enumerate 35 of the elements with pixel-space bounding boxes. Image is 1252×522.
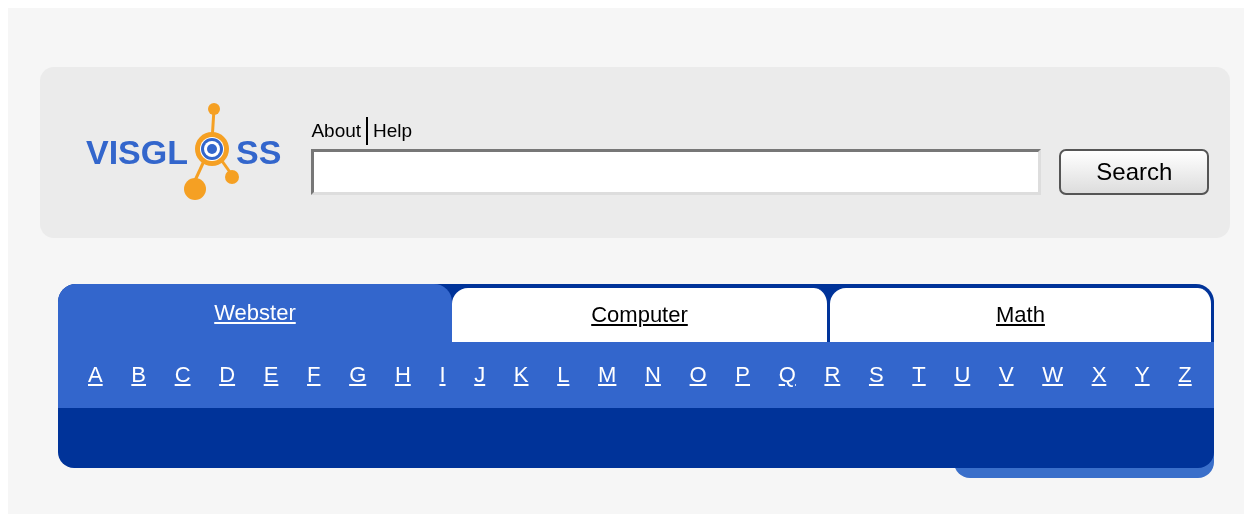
letter-link[interactable]: G bbox=[349, 362, 367, 388]
letter-link[interactable]: B bbox=[131, 362, 146, 388]
letter-link[interactable]: Y bbox=[1134, 362, 1150, 388]
letter-link[interactable]: C bbox=[174, 362, 191, 388]
tab[interactable]: Math bbox=[830, 288, 1214, 342]
letter-link[interactable]: Q bbox=[778, 362, 796, 388]
search-field[interactable] bbox=[311, 148, 1042, 195]
letter-link[interactable]: D bbox=[219, 362, 236, 388]
tab[interactable]: Webster bbox=[58, 284, 452, 342]
letter-link[interactable]: P bbox=[735, 362, 750, 388]
letter-link[interactable]: S bbox=[868, 362, 884, 388]
letter-link[interactable]: F bbox=[307, 362, 321, 388]
letter-link[interactable]: W bbox=[1042, 362, 1063, 388]
letter-link[interactable]: L bbox=[557, 362, 570, 388]
letter-link[interactable]: I bbox=[439, 362, 446, 388]
letter-link[interactable]: E bbox=[263, 362, 279, 388]
letter-link[interactable]: X bbox=[1091, 362, 1107, 388]
letter-link[interactable]: Z bbox=[1178, 362, 1192, 388]
tab[interactable]: Computer bbox=[452, 288, 830, 342]
letter-link[interactable]: U bbox=[954, 362, 971, 388]
header-link[interactable]: About bbox=[311, 119, 362, 142]
letter-link[interactable]: T bbox=[912, 362, 926, 388]
logo-text: VISGL bbox=[86, 133, 189, 172]
letter-link[interactable]: M bbox=[598, 362, 617, 388]
letter-link[interactable]: N bbox=[645, 362, 661, 388]
letter-link[interactable]: K bbox=[513, 362, 529, 388]
letter-link[interactable]: J bbox=[474, 362, 486, 388]
letter-link[interactable]: A bbox=[88, 362, 103, 388]
letter-link[interactable]: O bbox=[689, 362, 707, 388]
header-link[interactable]: Help bbox=[373, 119, 413, 142]
search-button[interactable]: Search bbox=[1059, 148, 1210, 195]
letter-link[interactable]: H bbox=[394, 362, 411, 388]
letter-link[interactable]: V bbox=[998, 362, 1014, 388]
logo-text: SS bbox=[236, 133, 282, 172]
letter-link[interactable]: R bbox=[824, 362, 841, 388]
